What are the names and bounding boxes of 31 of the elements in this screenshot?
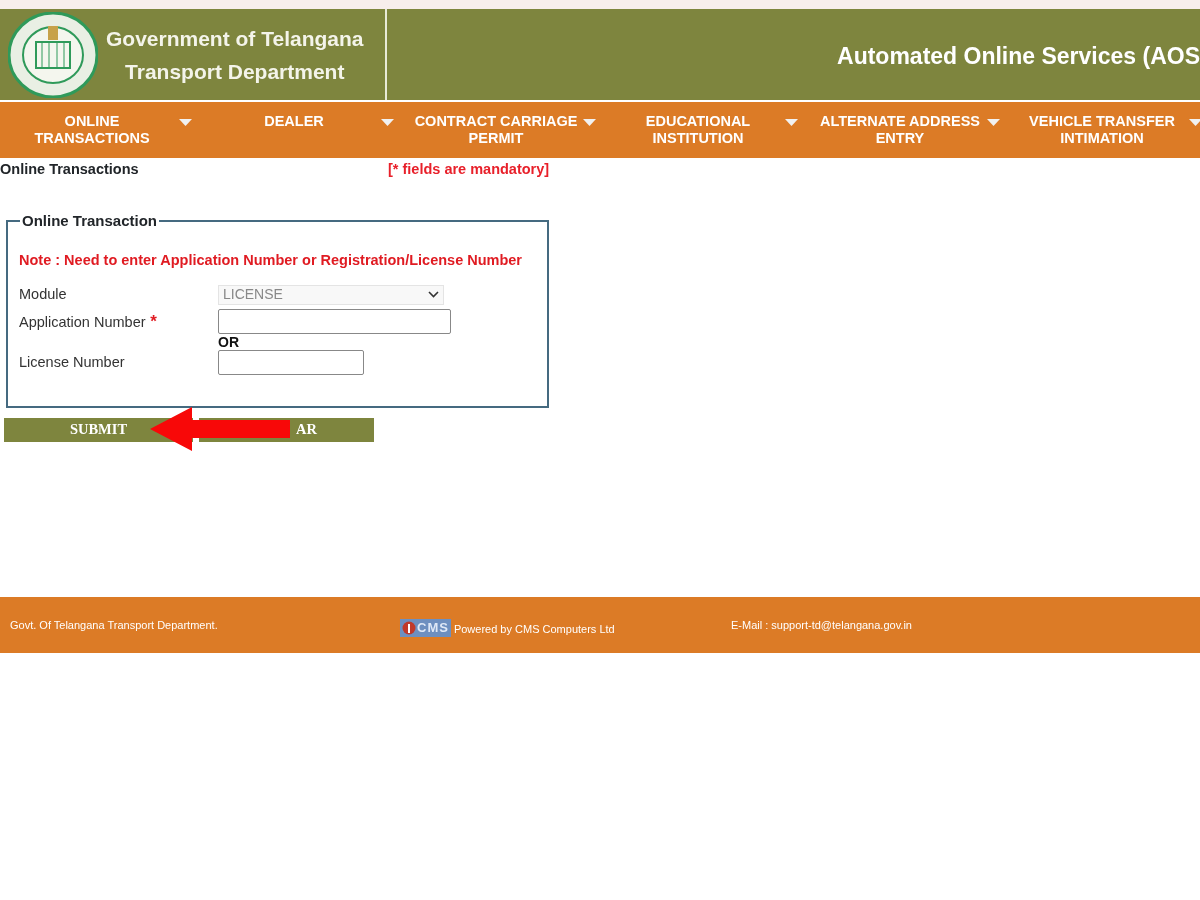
menu-item[interactable]: CONTRACT CARRIAGE PERMIT	[404, 102, 606, 158]
email-text: E-Mail : support-td@telangana.gov.in	[731, 617, 912, 633]
text-field[interactable]	[218, 350, 364, 376]
emblem-icon	[8, 11, 98, 98]
menu-item[interactable]: EDUCATIONAL INSTITUTION	[606, 102, 808, 158]
mandatory-note: [* fields are mandatory]	[388, 160, 550, 180]
text-field[interactable]	[218, 309, 451, 334]
form-note: Note : Need to enter Application Number or Registration/License Number	[19, 251, 523, 270]
caret-icon	[381, 119, 394, 126]
caret-icon	[1189, 119, 1200, 126]
powered-by-text: Powered by CMS Computers Ltd	[453, 621, 615, 637]
cms-logo: CMS	[400, 619, 451, 637]
footer-text: Govt. Of Telangana Transport Department.	[10, 617, 219, 633]
menu-item[interactable]: ALTERNATE ADDRESS ENTRY	[808, 102, 1010, 158]
field-label: Module	[19, 285, 67, 302]
menu-item[interactable]: DEALER	[202, 102, 404, 158]
field-label: Application Number	[19, 313, 146, 330]
chevron-icon	[428, 291, 439, 299]
required-mark: *	[149, 311, 157, 331]
page-title: Online Transactions	[0, 160, 140, 180]
caret-icon	[179, 119, 192, 126]
menu-item[interactable]: VEHICLE TRANSFER INTIMATION	[1010, 102, 1200, 158]
header-title: Government of Telangana	[106, 25, 364, 52]
menu-item[interactable]: ONLINE TRANSACTIONS	[0, 102, 202, 158]
caret-icon	[583, 119, 596, 126]
caret-icon	[987, 119, 1000, 126]
field-label: License Number	[19, 353, 125, 370]
header-title: Transport Department	[124, 58, 346, 85]
banner-title: Automated Online Services (AOS	[836, 42, 1200, 72]
or-label: OR	[218, 334, 239, 351]
caret-icon	[785, 119, 798, 126]
